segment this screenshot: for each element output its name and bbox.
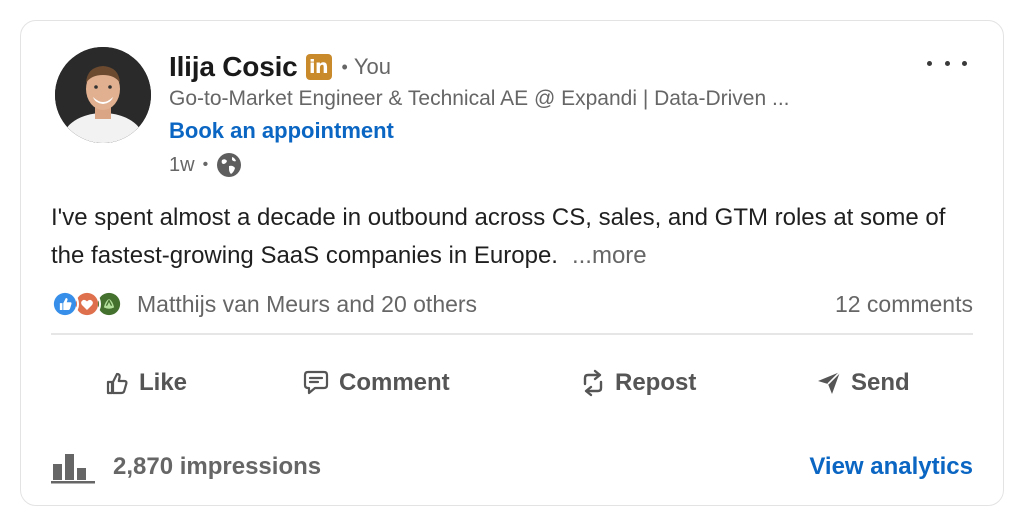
bar-chart-icon [51,454,95,484]
separator-dot: • [202,156,209,173]
comment-icon [303,370,329,395]
author-headline: Go-to-Market Engineer & Technical AE @ E… [169,87,790,110]
repost-label: Repost [615,369,697,396]
comment-label: Comment [339,369,450,396]
repost-icon [583,369,603,397]
post-card: Ilija Cosic in • You Go-to-Market Engine… [20,20,1004,506]
analytics-row: 2,870 impressions View analytics [51,449,973,485]
book-appointment-link[interactable]: Book an appointment [169,118,394,144]
more-dot-icon [944,60,950,66]
thumbs-up-icon [106,372,128,395]
divider [51,333,973,335]
like-label: Like [139,369,188,396]
author-line: Ilija Cosic in • You [169,49,391,85]
view-analytics-link[interactable]: View analytics [809,453,973,481]
comment-button[interactable]: Comment [301,361,450,405]
post-text: I've spent almost a decade in outbound a… [51,204,946,269]
separator-dot: • [341,56,348,77]
post-age: 1w [169,153,195,176]
reaction-icons[interactable] [51,290,129,318]
reactors-label[interactable]: Matthijs van Meurs and 20 others [137,291,477,318]
post-meta: 1w • [169,151,242,179]
profile-photo [55,47,151,143]
like-button[interactable]: Like [103,361,187,405]
author-name[interactable]: Ilija Cosic [169,51,298,83]
comments-count[interactable]: 12 comments [835,291,973,318]
globe-icon [217,153,242,177]
more-options-button[interactable] [927,53,967,73]
repost-button[interactable]: Repost [579,361,696,405]
more-dot-icon [962,60,967,66]
action-bar: Like Comment Repost Send [51,361,973,405]
like-reaction-icon [51,290,79,318]
relation-label: You [353,54,391,79]
avatar[interactable] [55,47,151,143]
send-label: Send [851,369,910,396]
more-dot-icon [927,60,932,66]
send-button[interactable]: Send [815,361,910,405]
see-more-link[interactable]: ...more [572,242,647,269]
impressions-count: 2,870 impressions [113,453,322,480]
post-body: I've spent almost a decade in outbound a… [51,199,981,275]
social-counts: Matthijs van Meurs and 20 others 12 comm… [51,287,973,321]
send-icon [818,371,841,394]
linkedin-premium-badge-icon: in [305,54,332,80]
